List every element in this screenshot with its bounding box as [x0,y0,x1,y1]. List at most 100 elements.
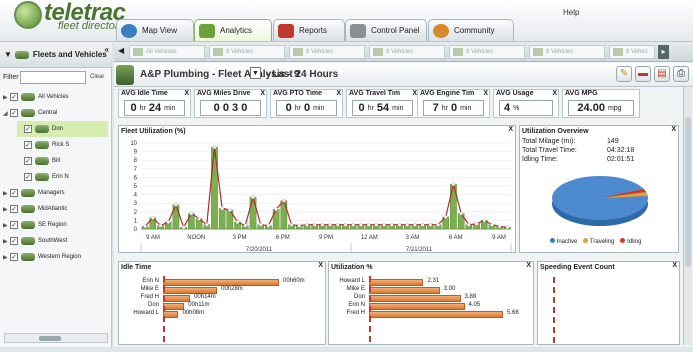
tree-item[interactable]: ▶ ✓ SouthWest [3,233,108,249]
tree-item[interactable]: ▶ ✓ Managers [3,185,108,201]
clear-button[interactable]: Clear [90,74,104,80]
expand-arrow-icon[interactable]: ▶ [3,190,10,197]
trend-point [312,222,317,227]
close-icon[interactable]: X [336,90,341,97]
vehicle-count-dropdown[interactable]: ▼ [250,67,261,79]
pdf-export-button[interactable]: ▤ [654,66,670,82]
expand-arrow-icon[interactable]: ▶ [3,222,10,229]
bar [369,303,465,310]
scroll-thumb[interactable] [685,117,691,267]
x-tick-label: 3 PM [232,235,246,241]
tab-label: Reports [299,26,328,35]
tree-item[interactable]: ▶ ✓ MidAtlantic [3,201,108,217]
expand-arrow-icon[interactable]: ◢ [3,110,10,117]
tree-item[interactable]: ✓ Bill [17,153,108,169]
edit-button[interactable]: ✎ [616,66,632,82]
close-icon[interactable]: X [483,90,488,97]
y-tick-label: 6 [134,175,138,181]
checkbox[interactable]: ✓ [10,189,18,197]
horizontal-scrollbar[interactable] [4,333,108,343]
x-tick-label: 9 AM [492,235,506,241]
tree-item[interactable]: ▶ ✓ SE Region [3,217,108,233]
trend-point [174,203,178,207]
trend-point [459,211,463,216]
trend-point [389,222,394,227]
vehicle-filter-item[interactable]: 9 Vehicles [289,45,365,59]
tab-reports[interactable]: Reports [273,19,345,41]
kpi-value: 0 hr 54 min [352,100,413,116]
close-icon[interactable]: X [318,262,323,269]
tab-map-view[interactable]: Map View [116,19,194,41]
filter-input[interactable] [20,71,86,84]
tree-item-label: Western Region [38,254,81,260]
help-link[interactable]: Help [563,8,579,17]
expand-arrow-icon[interactable]: ▶ [3,238,10,245]
vehicle-filter-item[interactable]: 9 Vehicles [449,45,525,59]
checkbox[interactable]: ✓ [24,125,32,133]
checkbox[interactable]: ✓ [10,221,18,229]
tree-item-label: Bill [52,158,61,164]
checkbox[interactable]: ✓ [24,173,32,181]
tab-control-panel[interactable]: Control Panel [345,19,427,41]
vehicle-filter-item[interactable]: All Vehicles [129,45,205,59]
tab-label: Analytics [220,26,253,35]
close-icon[interactable]: X [552,90,557,97]
utilization-bar [280,200,288,230]
tree-item[interactable]: ▶ ✓ Western Region [3,249,108,265]
checkbox[interactable]: ✓ [24,141,32,149]
vehicle-icon [35,141,49,149]
expand-arrow-icon[interactable]: ▶ [3,254,10,261]
trend-point [282,198,286,203]
expand-arrow-icon[interactable]: ▶ [3,206,10,213]
tree-item[interactable]: ▶ ✓ All Vehicles [3,89,108,105]
checkbox[interactable]: ✓ [10,93,18,101]
trend-point [382,222,386,227]
vehicle-icon [35,125,49,133]
bar-value-label: 3.88 [464,294,477,300]
tree-item[interactable]: ✓ Rick S [17,137,108,153]
kpi-title: AVG Idle Time [121,90,168,97]
close-icon[interactable]: X [672,262,677,269]
tree-item[interactable]: ✓ Erin N [17,169,108,185]
vehicle-filter-item[interactable]: 9 Vehicles [529,45,605,59]
checkbox[interactable]: ✓ [10,109,18,117]
bar-value-label: 00h11m [188,302,210,308]
tab-analytics[interactable]: Analytics [194,19,272,41]
vehicle-icon [21,221,35,229]
close-icon[interactable]: X [260,90,265,97]
checkbox[interactable]: ✓ [10,237,18,245]
trend-point [436,222,440,227]
minimize-button[interactable]: ▬ [635,66,651,82]
tree-item-label: All Vehicles [38,94,69,100]
x-tick-label: 9 PM [319,235,333,241]
bar-value-label: 2.31 [427,278,440,284]
checkbox[interactable]: ✓ [10,253,18,261]
checkbox[interactable]: ✓ [10,205,18,213]
trend-point [443,215,448,219]
close-icon[interactable]: X [526,262,531,269]
vertical-scrollbar[interactable] [683,87,692,345]
close-icon[interactable]: X [508,126,513,133]
checkbox[interactable]: ✓ [24,157,32,165]
scroll-right-icon[interactable]: ▸ [658,45,669,59]
trend-point [374,222,379,227]
collapse-arrow-icon[interactable]: ▼ [4,50,12,59]
vehicle-filter-item[interactable]: 9 Vehicles [209,45,285,59]
tree-item[interactable]: ✓ Don [17,121,108,137]
vehicle-filter-item[interactable]: 9 Vehicl [609,45,655,59]
scroll-thumb[interactable] [39,336,61,341]
trend-point [258,222,263,227]
x-tick-label: 3 AM [406,235,420,241]
vehicle-filter-item[interactable]: 9 Vehicles [369,45,445,59]
print-button[interactable]: ⎙ [673,66,689,82]
expand-arrow-icon[interactable]: ▶ [3,94,10,101]
close-icon[interactable]: X [184,90,189,97]
tab-community[interactable]: Community [428,19,514,41]
close-icon[interactable]: X [671,126,676,133]
trend-point [189,211,194,216]
kpi-usage: AVG Usage X 4% [493,89,559,118]
collapse-panel-icon[interactable]: « [105,45,109,54]
trend-point [490,222,494,227]
scroll-left-icon[interactable]: ◀ [118,46,124,55]
tree-item[interactable]: ◢ ✓ Central [3,105,108,121]
